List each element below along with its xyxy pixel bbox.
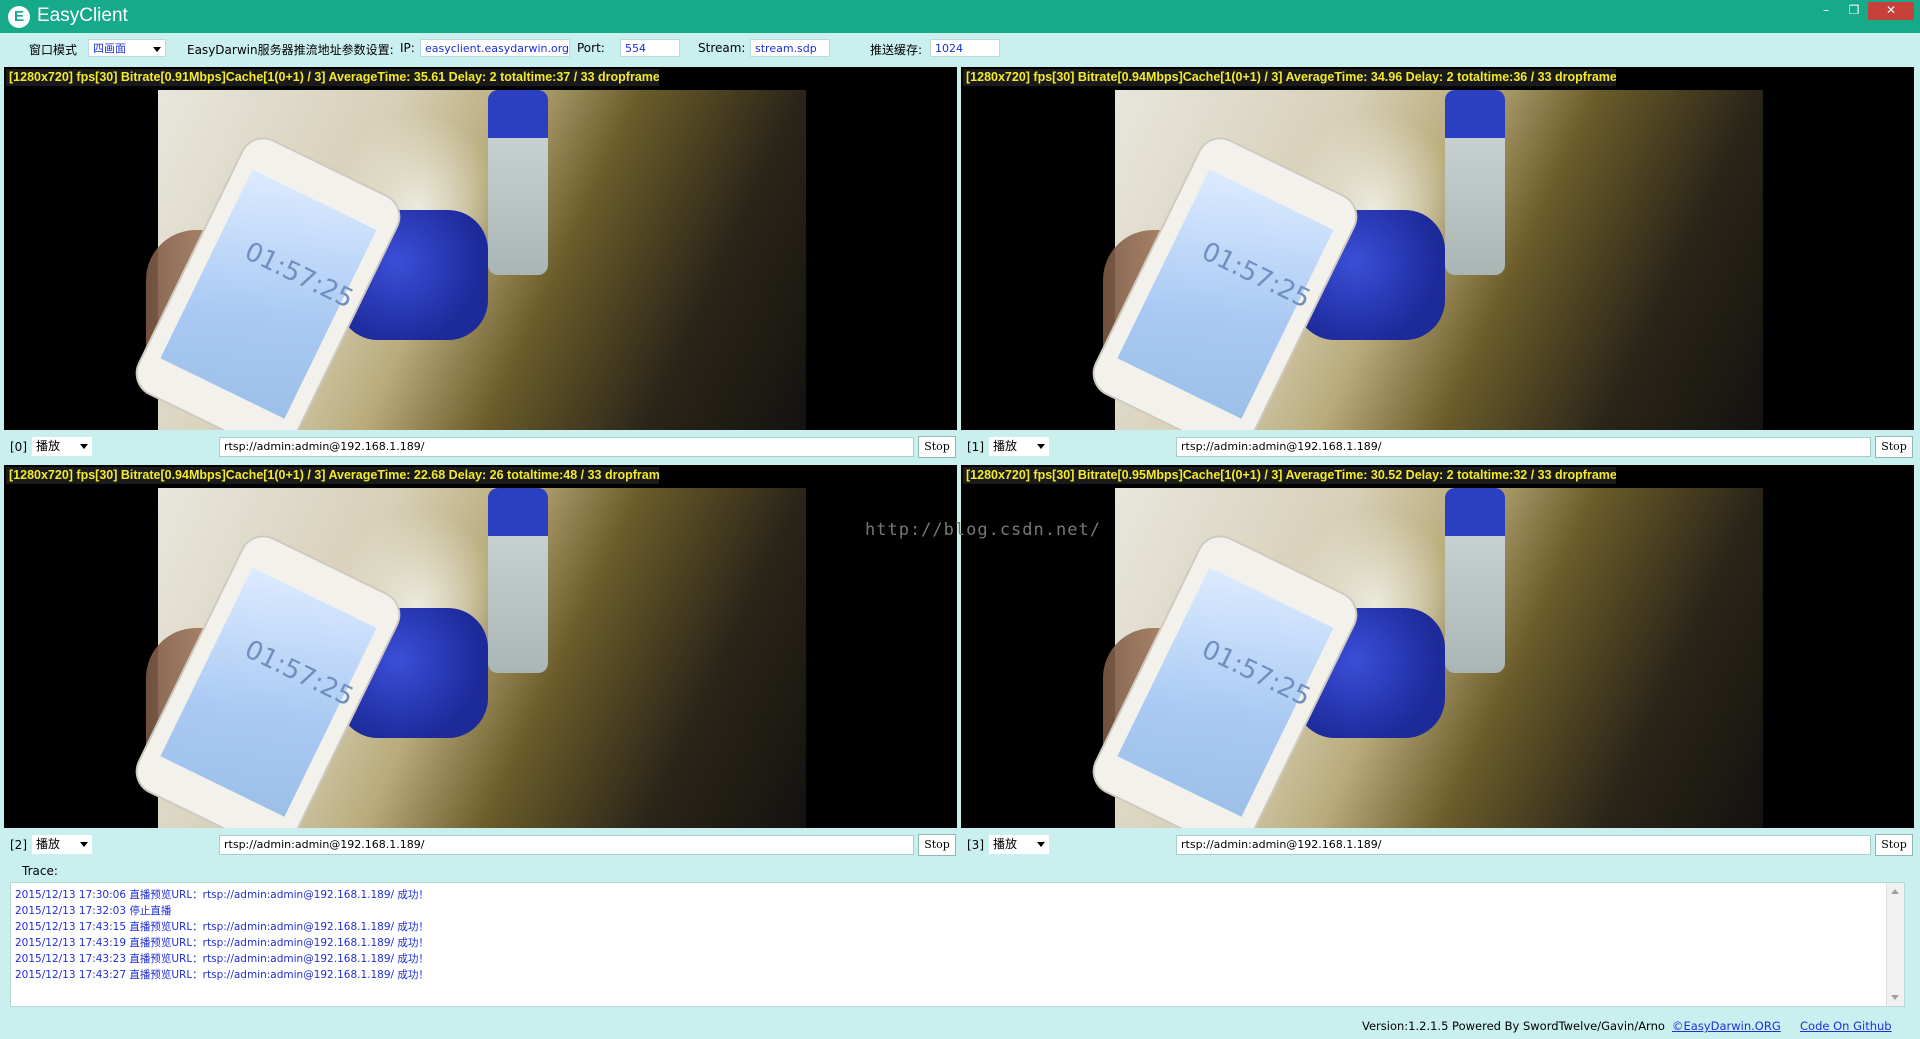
video-view[interactable]: 01:57:25 [1280x720] fps[30] Bitrate[0.94… [4, 465, 957, 828]
chevron-down-icon [153, 47, 161, 52]
scroll-up-icon[interactable] [1891, 889, 1899, 894]
channel-mode-value: 播放 [36, 837, 61, 851]
channel-mode-value: 播放 [36, 439, 61, 453]
scroll-down-icon[interactable] [1891, 995, 1899, 1000]
stream-input[interactable]: stream.sdp [750, 39, 830, 57]
window-mode-label: 窗口模式 [29, 43, 78, 57]
video-frame: 01:57:25 [1087, 90, 1763, 430]
video-channel-0: 01:57:25 [1280x720] fps[30] Bitrate[0.91… [2, 65, 959, 464]
video-channel-1: 01:57:25 [1280x720] fps[30] Bitrate[0.94… [959, 65, 1916, 464]
stop-button[interactable]: Stop [918, 834, 956, 856]
stream-stats: [1280x720] fps[30] Bitrate[0.91Mbps]Cach… [6, 69, 659, 86]
trace-line: 2015/12/13 17:43:23 直播预览URL：rtsp://admin… [15, 953, 429, 965]
close-button[interactable]: ✕ [1868, 2, 1914, 20]
window-controls: – ❐ ✕ [1812, 2, 1914, 20]
minimize-button[interactable]: – [1812, 2, 1840, 20]
window-mode-select[interactable]: 四画面 [88, 39, 166, 57]
stream-stats: [1280x720] fps[30] Bitrate[0.94Mbps]Cach… [6, 467, 659, 484]
chevron-down-icon [80, 842, 88, 847]
phone-clock-text: 01:57:25 [239, 236, 359, 315]
bottle-shape [1445, 488, 1505, 673]
channel-mode-select[interactable]: 播放 [989, 835, 1049, 854]
settings-toolbar: 窗口模式 四画面 EasyDarwin服务器推流地址参数设置: IP: easy… [0, 33, 1920, 64]
video-frame: 01:57:25 [130, 488, 806, 828]
app-logo-icon: E [8, 6, 30, 28]
watermark-text: http://blog.csdn.net/ [865, 520, 1101, 540]
stream-label: Stream: [698, 41, 746, 55]
trace-line: 2015/12/13 17:43:19 直播预览URL：rtsp://admin… [15, 937, 429, 949]
video-frame: 01:57:25 [130, 90, 806, 430]
port-input[interactable]: 554 [620, 39, 680, 57]
channel-index: [3] [967, 838, 984, 852]
phone-clock-text: 01:57:25 [1196, 236, 1316, 315]
phone-screen: 01:57:25 [1117, 567, 1334, 817]
phone-clock-text: 01:57:25 [1196, 634, 1316, 713]
video-view[interactable]: 01:57:25 [1280x720] fps[30] Bitrate[0.94… [961, 67, 1914, 430]
channel-control-bar: [2] 播放 rtsp://admin:admin@192.168.1.189/… [2, 830, 959, 860]
channel-mode-select[interactable]: 播放 [32, 835, 92, 854]
channel-control-bar: [1] 播放 rtsp://admin:admin@192.168.1.189/… [959, 432, 1916, 462]
server-settings-label: EasyDarwin服务器推流地址参数设置: [187, 43, 394, 57]
video-view[interactable]: 01:57:25 [1280x720] fps[30] Bitrate[0.95… [961, 465, 1914, 828]
rtsp-url-input[interactable]: rtsp://admin:admin@192.168.1.189/ [219, 437, 914, 457]
trace-line: 2015/12/13 17:43:15 直播预览URL：rtsp://admin… [15, 921, 429, 933]
chevron-down-icon [1037, 444, 1045, 449]
video-view[interactable]: 01:57:25 [1280x720] fps[30] Bitrate[0.91… [4, 67, 957, 430]
phone-clock-text: 01:57:25 [239, 634, 359, 713]
channel-index: [1] [967, 440, 984, 454]
github-link[interactable]: Code On Github [1800, 1019, 1892, 1033]
bottle-shape [1445, 90, 1505, 275]
ip-input[interactable]: easyclient.easydarwin.org [420, 39, 570, 57]
trace-log[interactable]: 2015/12/13 17:30:06 直播预览URL：rtsp://admin… [10, 882, 1905, 1007]
bottle-shape [488, 90, 548, 275]
channel-mode-value: 播放 [993, 837, 1018, 851]
video-channel-3: 01:57:25 [1280x720] fps[30] Bitrate[0.95… [959, 463, 1916, 862]
rtsp-url-input[interactable]: rtsp://admin:admin@192.168.1.189/ [1176, 437, 1871, 457]
channel-control-bar: [3] 播放 rtsp://admin:admin@192.168.1.189/… [959, 830, 1916, 860]
channel-mode-select[interactable]: 播放 [989, 437, 1049, 456]
channel-index: [0] [10, 440, 27, 454]
easydarwin-link[interactable]: ©EasyDarwin.ORG [1672, 1019, 1781, 1033]
window-mode-value: 四画面 [93, 42, 126, 55]
stop-button[interactable]: Stop [1875, 834, 1913, 856]
restore-button[interactable]: ❐ [1840, 2, 1868, 20]
chevron-down-icon [80, 444, 88, 449]
trace-line: 2015/12/13 17:32:03 停止直播 [15, 905, 172, 917]
phone-screen: 01:57:25 [1117, 169, 1334, 419]
cache-input[interactable]: 1024 [930, 39, 1000, 57]
ip-label: IP: [400, 41, 415, 55]
trace-scrollbar[interactable] [1886, 883, 1904, 1006]
channel-mode-select[interactable]: 播放 [32, 437, 92, 456]
title-bar: E EasyClient – ❐ ✕ [0, 0, 1920, 33]
stream-stats: [1280x720] fps[30] Bitrate[0.95Mbps]Cach… [963, 467, 1616, 484]
stream-stats: [1280x720] fps[30] Bitrate[0.94Mbps]Cach… [963, 69, 1616, 86]
trace-label: Trace: [22, 864, 58, 878]
video-frame: 01:57:25 [1087, 488, 1763, 828]
channel-index: [2] [10, 838, 27, 852]
bottle-shape [488, 488, 548, 673]
channel-mode-value: 播放 [993, 439, 1018, 453]
trace-line: 2015/12/13 17:30:06 直播预览URL：rtsp://admin… [15, 889, 429, 901]
cache-label: 推送缓存: [870, 43, 923, 57]
trace-line: 2015/12/13 17:43:27 直播预览URL：rtsp://admin… [15, 969, 429, 981]
rtsp-url-input[interactable]: rtsp://admin:admin@192.168.1.189/ [219, 835, 914, 855]
chevron-down-icon [1037, 842, 1045, 847]
phone-screen: 01:57:25 [160, 169, 377, 419]
app-title: EasyClient [37, 5, 128, 26]
port-label: Port: [577, 41, 605, 55]
phone-screen: 01:57:25 [160, 567, 377, 817]
stop-button[interactable]: Stop [918, 436, 956, 458]
rtsp-url-input[interactable]: rtsp://admin:admin@192.168.1.189/ [1176, 835, 1871, 855]
stop-button[interactable]: Stop [1875, 436, 1913, 458]
trace-lines: 2015/12/13 17:30:06 直播预览URL：rtsp://admin… [15, 887, 429, 983]
channel-control-bar: [0] 播放 rtsp://admin:admin@192.168.1.189/… [2, 432, 959, 462]
video-channel-2: 01:57:25 [1280x720] fps[30] Bitrate[0.94… [2, 463, 959, 862]
version-text: Version:1.2.1.5 Powered By SwordTwelve/G… [1362, 1019, 1665, 1033]
